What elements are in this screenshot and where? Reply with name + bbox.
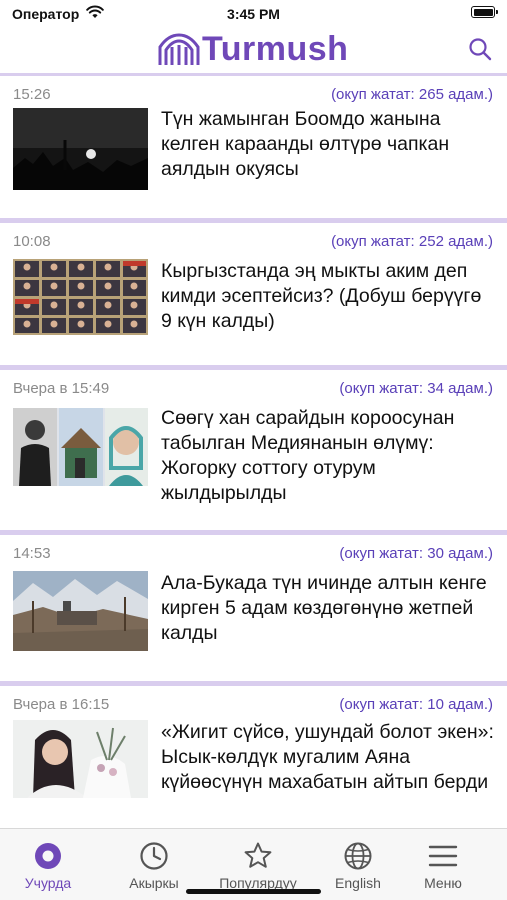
news-card[interactable]: Вчера в 15:49 (окуп жатат: 34 адам.) Сөө… (0, 370, 507, 530)
news-title[interactable]: Сөөгү хан сарайдын короосунан табылган М… (161, 406, 497, 506)
news-title[interactable]: Түн жамынган Боомдо жанына келген караан… (161, 107, 497, 182)
news-thumbnail[interactable] (13, 408, 148, 486)
logo[interactable]: Turmush (158, 28, 348, 70)
tab-label: English (335, 875, 381, 891)
status-time: 3:45 PM (227, 6, 280, 22)
news-thumbnail[interactable] (13, 571, 148, 651)
news-time: 10:08 (13, 233, 51, 250)
tab-menu[interactable]: Меню (410, 829, 476, 900)
news-thumbnail[interactable] (13, 720, 148, 798)
news-card[interactable]: 15:26 (окуп жатат: 265 адам.) Түн жамынг… (0, 76, 507, 218)
readers-count: (окуп жатат: 30 адам.) (339, 545, 493, 562)
news-time: Вчера в 15:49 (13, 380, 110, 397)
news-title[interactable]: «Жигит сүйсө, ушундай болот экен»: Ысык-… (161, 720, 497, 795)
app-header: Turmush (0, 28, 507, 72)
news-title[interactable]: Кыргызстанда эң мыкты аким деп кимди эсе… (161, 259, 497, 334)
star-icon (244, 842, 272, 868)
clock-icon (140, 842, 168, 870)
news-thumbnail[interactable] (13, 259, 148, 335)
news-time: 14:53 (13, 545, 51, 562)
status-bar: Оператор 3:45 PM (0, 0, 507, 28)
news-feed[interactable]: 15:26 (окуп жатат: 265 адам.) Түн жамынг… (0, 76, 507, 828)
home-indicator (186, 889, 321, 894)
tab-label: Меню (424, 875, 462, 891)
logo-mark-icon (158, 33, 200, 65)
readers-count: (окуп жатат: 10 адам.) (339, 696, 493, 713)
readers-count: (окуп жатат: 265 адам.) (331, 86, 493, 103)
globe-icon (344, 842, 372, 870)
search-icon[interactable] (467, 36, 493, 62)
tab-label: Акыркы (129, 875, 179, 891)
readers-count: (окуп жатат: 252 адам.) (331, 233, 493, 250)
news-card[interactable]: Вчера в 16:15 (окуп жатат: 10 адам.) «Жи… (0, 686, 507, 828)
news-title[interactable]: Ала-Букада түн ичинде алтын кенге кирген… (161, 571, 497, 646)
logo-text: Turmush (202, 30, 349, 68)
battery-icon (471, 6, 498, 18)
news-time: 15:26 (13, 86, 51, 103)
circle-icon (35, 843, 61, 869)
news-card[interactable]: 14:53 (окуп жатат: 30 адам.) Ала-Букада … (0, 535, 507, 681)
tab-current[interactable]: Учурда (18, 829, 78, 900)
news-card[interactable]: 10:08 (окуп жатат: 252 адам.) Кыргызстан… (0, 223, 507, 365)
menu-icon (428, 845, 458, 867)
tab-label: Учурда (24, 875, 72, 891)
tab-english[interactable]: English (320, 829, 396, 900)
news-thumbnail[interactable] (13, 108, 148, 190)
tab-latest[interactable]: Акыркы (114, 829, 194, 900)
readers-count: (окуп жатат: 34 адам.) (339, 380, 493, 397)
news-time: Вчера в 16:15 (13, 696, 110, 713)
